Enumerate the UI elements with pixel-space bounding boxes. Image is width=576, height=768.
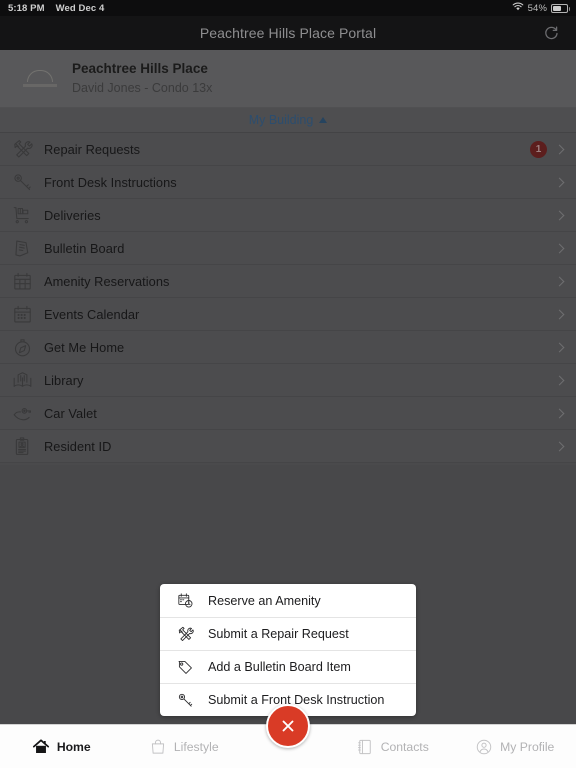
menu-item-label: Bulletin Board xyxy=(44,240,125,256)
menu-item-label: Get Me Home xyxy=(44,339,125,355)
menu-item-repair-requests[interactable]: Repair Requests 1 xyxy=(0,133,576,166)
menu-item-deliveries[interactable]: Deliveries xyxy=(0,199,576,232)
app-root: 5:18 PM Wed Dec 4 54% Peachtree Hills Pl… xyxy=(0,0,576,768)
chevron-right-icon xyxy=(554,441,565,451)
menu-item-amenity-reservations[interactable]: Amenity Reservations xyxy=(0,265,576,298)
action-popup-items: Reserve an Amenity Submit a Repair Reques… xyxy=(160,584,416,716)
contacts-icon xyxy=(356,738,374,756)
status-bar: 5:18 PM Wed Dec 4 54% xyxy=(0,0,576,16)
building-header-text: Peachtree Hills Place David Jones - Cond… xyxy=(72,60,212,97)
chevron-right-icon xyxy=(554,243,565,253)
menu-item-label: Front Desk Instructions xyxy=(44,174,177,190)
menu-item-library[interactable]: Library xyxy=(0,364,576,397)
tab-label: Home xyxy=(56,739,91,754)
popup-item-reserve-an-amenity[interactable]: Reserve an Amenity xyxy=(160,584,416,617)
status-bar-battery-percent: 54% xyxy=(527,2,547,14)
bulletin-note-icon xyxy=(8,235,36,261)
building-logo-icon xyxy=(14,62,66,96)
tab-contacts[interactable]: Contacts xyxy=(331,725,454,768)
menu-item-label: Repair Requests xyxy=(44,141,141,157)
building-name: Peachtree Hills Place xyxy=(72,61,208,76)
tab-label: Lifestyle xyxy=(173,739,219,754)
car-key-hand-icon xyxy=(8,400,36,426)
chevron-right-icon xyxy=(554,408,565,418)
tab-my-profile[interactable]: My Profile xyxy=(454,725,576,768)
wrench-screwdriver-icon xyxy=(8,136,36,162)
my-building-selector[interactable]: My Building xyxy=(0,108,576,133)
menu-item-bulletin-board[interactable]: Bulletin Board xyxy=(0,232,576,265)
menu-item-front-desk-instructions[interactable]: Front Desk Instructions xyxy=(0,166,576,199)
menu-item-label: Library xyxy=(44,372,84,388)
popup-item-label: Add a Bulletin Board Item xyxy=(208,660,351,674)
menu-item-trailing xyxy=(554,309,566,319)
popup-item-submit-a-repair-request[interactable]: Submit a Repair Request xyxy=(160,617,416,650)
compass-icon xyxy=(8,334,36,360)
id-badge-icon xyxy=(8,433,36,459)
menu-item-car-valet[interactable]: Car Valet xyxy=(0,397,576,430)
status-bar-date: Wed Dec 4 xyxy=(55,2,105,14)
chevron-right-icon xyxy=(554,177,565,187)
chevron-right-icon xyxy=(554,375,565,385)
chevron-right-icon xyxy=(554,144,565,154)
wifi-icon xyxy=(512,2,524,14)
tab-label: Contacts xyxy=(380,739,429,754)
calendar-icon xyxy=(8,301,36,327)
status-bar-right: 54% xyxy=(512,2,570,14)
chevron-right-icon xyxy=(554,210,565,220)
menu-item-events-calendar[interactable]: Events Calendar xyxy=(0,298,576,331)
menu-item-label: Car Valet xyxy=(44,405,97,421)
nav-bar: Peachtree Hills Place Portal xyxy=(0,16,576,50)
menu-item-label: Events Calendar xyxy=(44,306,140,322)
menu-item-trailing xyxy=(554,375,566,385)
action-popup-menu: Reserve an Amenity Submit a Repair Reques… xyxy=(160,584,416,725)
home-icon xyxy=(32,738,50,756)
chevron-right-icon xyxy=(554,276,565,286)
menu-item-label: Deliveries xyxy=(44,207,101,223)
menu-item-trailing xyxy=(554,243,566,253)
menu-item-trailing xyxy=(554,342,566,352)
menu-item-trailing xyxy=(554,276,566,286)
wrench-screwdriver-icon xyxy=(174,626,196,643)
battery-icon xyxy=(551,3,570,13)
menu-item-label: Amenity Reservations xyxy=(44,273,170,289)
person-circle-icon xyxy=(475,738,493,756)
popup-item-label: Reserve an Amenity xyxy=(208,593,321,608)
key-icon xyxy=(8,169,36,195)
status-badge: 1 xyxy=(530,140,547,158)
tag-icon xyxy=(174,659,196,676)
menu-item-trailing xyxy=(554,408,566,418)
menu-item-label: Resident ID xyxy=(44,438,112,454)
delivery-cart-icon xyxy=(8,202,36,228)
calendar-clock-icon xyxy=(174,592,196,609)
menu-item-trailing: 1 xyxy=(530,140,566,158)
main-menu-list: Repair Requests 1 Front Desk Instructions D… xyxy=(0,133,576,463)
caret-up-icon xyxy=(319,117,328,123)
refresh-icon[interactable] xyxy=(540,22,562,44)
popup-item-add-a-bulletin-board-item[interactable]: Add a Bulletin Board Item xyxy=(160,650,416,683)
status-bar-time: 5:18 PM xyxy=(8,2,45,14)
my-building-label: My Building xyxy=(248,113,314,127)
close-action-button[interactable] xyxy=(266,704,310,748)
menu-item-trailing xyxy=(554,441,566,451)
page-title: Peachtree Hills Place Portal xyxy=(199,25,377,41)
tab-lifestyle[interactable]: Lifestyle xyxy=(123,725,246,768)
bag-icon xyxy=(149,738,167,756)
calendar-grid-icon xyxy=(8,268,36,294)
chevron-right-icon xyxy=(554,309,565,319)
menu-item-trailing xyxy=(554,177,566,187)
building-header[interactable]: Peachtree Hills Place David Jones - Cond… xyxy=(0,50,576,108)
menu-item-trailing xyxy=(554,210,566,220)
popup-item-label: Submit a Repair Request xyxy=(208,627,349,641)
open-book-icon xyxy=(8,367,36,393)
tab-home[interactable]: Home xyxy=(0,725,123,768)
key-icon xyxy=(174,692,196,709)
chevron-right-icon xyxy=(554,342,565,352)
resident-info: David Jones - Condo 13x xyxy=(72,81,213,95)
menu-item-resident-id[interactable]: Resident ID xyxy=(0,430,576,463)
menu-item-get-me-home[interactable]: Get Me Home xyxy=(0,331,576,364)
tab-label: My Profile xyxy=(500,739,555,754)
